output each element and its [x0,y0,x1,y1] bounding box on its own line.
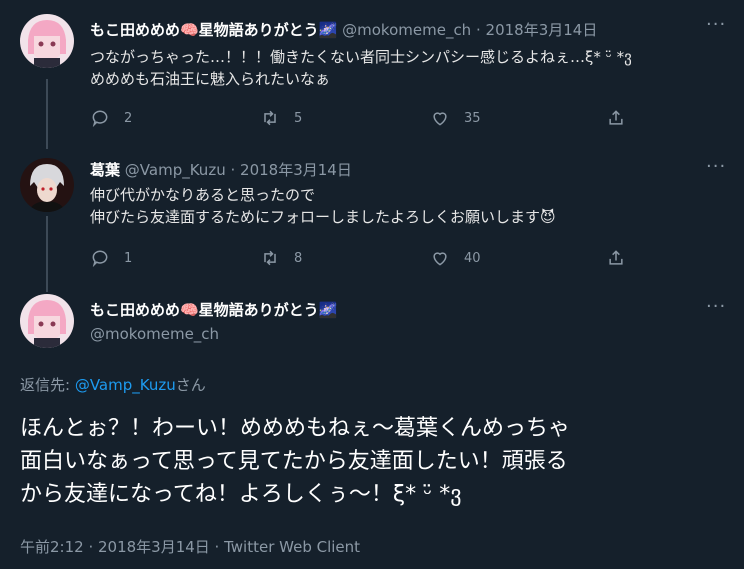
reply-icon [92,250,108,268]
user-handle[interactable]: @Vamp_Kuzu [125,161,226,179]
avatar[interactable] [20,14,74,68]
reply-count: 1 [124,250,133,266]
reply-button[interactable]: 2 [90,108,260,128]
tweet-date[interactable]: 2018年3月14日 [486,21,598,39]
like-button[interactable]: 40 [430,248,606,268]
share-icon [609,110,623,125]
retweet-icon [264,110,276,126]
user-handle[interactable]: @mokomeme_ch [90,325,219,343]
like-icon [433,252,447,266]
more-icon[interactable]: ··· [706,14,726,35]
like-count: 35 [464,110,481,126]
reply-button[interactable]: 1 [90,248,260,268]
user-name[interactable]: 葛葉 [90,161,120,179]
avatar[interactable] [20,294,74,348]
main-tweet: もこ田めめめ🧠星物語ありがとう🌌 @mokomeme_ch ··· 返信先: @… [0,290,744,569]
like-icon [433,112,447,126]
retweet-icon [264,250,276,266]
retweet-count: 5 [294,110,303,126]
tweet-text-line: 伸びたら友達面するためにフォローしましたよろしくお願いします😈 [90,208,556,226]
avatar[interactable] [20,158,74,212]
reply-count: 2 [124,110,133,126]
tweet-meta[interactable]: 午前2:12 · 2018年3月14日 · Twitter Web Client [20,536,360,557]
tweet-date[interactable]: 2018年3月14日 [240,161,352,179]
like-count: 40 [464,250,481,266]
tweet-text-line: 伸び代がかなりあると思ったので [90,186,316,204]
more-icon[interactable]: ··· [706,156,726,177]
user-name[interactable]: もこ田めめめ🧠星物語ありがとう🌌 [90,21,337,39]
user-name[interactable]: もこ田めめめ🧠星物語ありがとう🌌 [90,301,337,319]
main-text-line: から友達になってね！よろしくぅ〜！ξ* ᵕ̈ *ვ [20,482,462,507]
separator: · [230,161,236,179]
reply-user-link[interactable]: @Vamp_Kuzu [75,376,176,394]
tweet-text-line: つながっちゃった…！！！働きたくない者同士シンパシー感じるよねぇ…ξ* ᵕ̈ *… [90,48,632,66]
share-icon [609,250,623,265]
reply-prefix: 返信先: [20,376,75,394]
reply-suffix: さん [175,376,206,394]
separator: · [475,21,481,39]
share-button[interactable] [606,108,640,128]
user-handle[interactable]: @mokomeme_ch [342,21,471,39]
like-button[interactable]: 35 [430,108,606,128]
tweet-1[interactable]: もこ田めめめ🧠星物語ありがとう🌌 @mokomeme_ch · 2018年3月1… [0,0,744,140]
main-text-line: ほんとぉ？！わーい！めめめもねぇ〜葛葉くんめっちゃ [20,416,571,441]
tweet-text-line: めめめも石油王に魅入られたいなぁ [90,70,331,88]
tweet-2[interactable]: 葛葉 @Vamp_Kuzu · 2018年3月14日 ··· 伸び代がかなりある… [0,150,744,280]
main-text-line: 面白いなぁって思って見てたから友達面したい！頑張る [20,449,568,474]
retweet-button[interactable]: 5 [260,108,430,128]
more-icon[interactable]: ··· [706,296,726,317]
retweet-button[interactable]: 8 [260,248,430,268]
share-button[interactable] [606,248,640,268]
retweet-count: 8 [294,250,303,266]
reply-to: 返信先: @Vamp_Kuzuさん [20,374,206,395]
reply-icon [92,110,108,128]
